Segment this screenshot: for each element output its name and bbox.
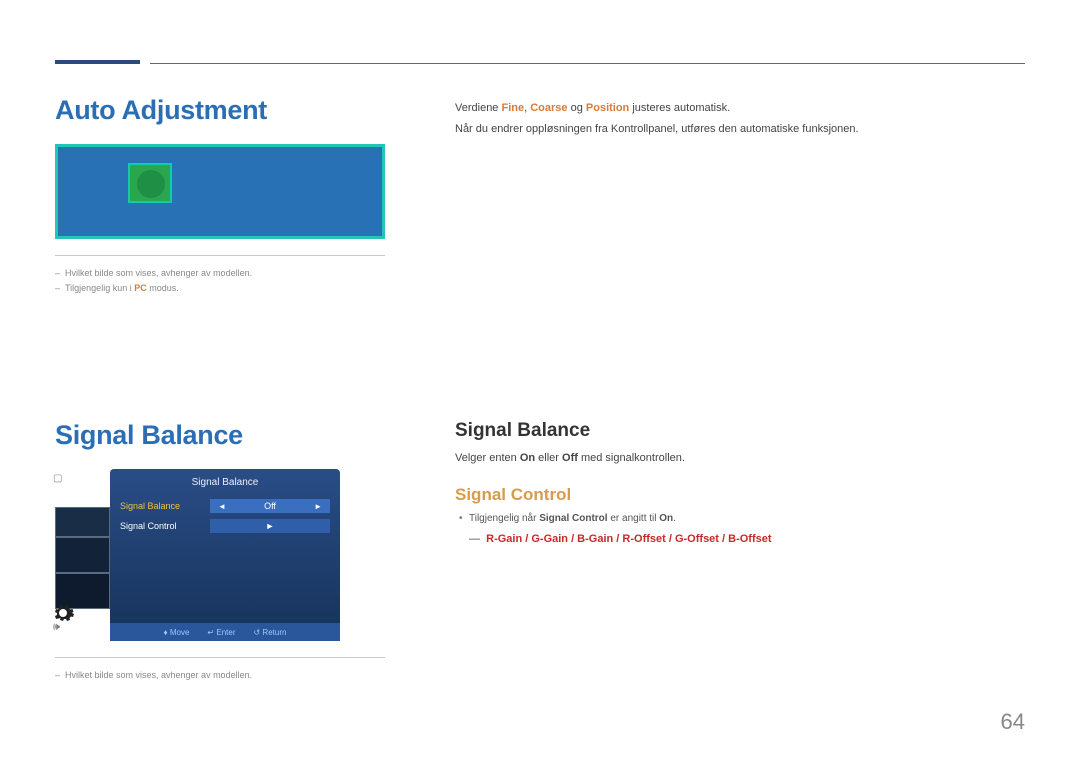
illustration-box [128,163,172,203]
body-line-1-position: Position [586,102,629,114]
section-signal-balance-left: Signal Balance ▢ 🕪 Signal Balance Signal… [55,420,395,683]
sidebar-stack [55,507,110,617]
osd-row-signal-balance: Signal Balance ◄ Off ► [110,496,340,516]
sb-body-pre: Velger enten [455,452,520,464]
osd-footer: ♦ Move ↵ Enter ↺ Return [110,623,340,641]
bullet-1: Tilgjengelig når Signal Control er angit… [455,511,1025,527]
heading-auto-adjustment: Auto Adjustment [55,95,395,126]
page-number: 64 [1001,709,1025,735]
stack-block-1 [55,507,110,537]
sep2: og [568,102,586,114]
body-line-2: Når du endrer oppløsningen fra Kontrollp… [455,121,1025,138]
left-nav-icons: ▢ [53,473,62,484]
section-auto-adjustment-left: Auto Adjustment Hvilket bilde som vises,… [55,95,395,297]
footnote-1-text: Hvilket bilde som vises, avhenger av mod… [65,268,252,278]
arrow-right-icon: ► [314,502,322,511]
header-accent-bar [55,60,140,64]
osd-row-label: Signal Balance [120,501,210,511]
section-auto-adjustment-right: Verdiene Fine, Coarse og Position juster… [455,100,1025,141]
sb-body-off: Off [562,452,578,464]
footnote-2-post: modus. [147,283,179,293]
signal-balance-osd-illustration: ▢ 🕪 Signal Balance Signal Balance ◄ Off … [55,469,345,641]
osd-footer-move-label: Move [170,628,190,637]
footnote-2-pre: Tilgjengelig kun i [65,283,134,293]
osd-panel: Signal Balance Signal Balance ◄ Off ► Si… [110,469,340,641]
osd-submenu[interactable]: ► [210,519,330,533]
divider [55,255,385,256]
signal-balance-body: Velger enten On eller Off med signalkont… [455,450,1025,467]
arrow-left-icon: ◄ [218,502,226,511]
osd-footer-move: ♦ Move [164,628,190,637]
body-line-1: Verdiene Fine, Coarse og Position juster… [455,100,1025,117]
heading-signal-balance: Signal Balance [55,420,395,451]
arrow-right-icon: ► [266,521,275,531]
osd-title: Signal Balance [110,473,340,496]
body-line-1-fine: Fine [501,102,524,114]
footnote-2-accent: PC [134,283,147,293]
sound-icon: 🕪 [53,621,60,634]
section-signal-balance-right: Signal Balance Velger enten On eller Off… [455,420,1025,551]
body-line-1-pre: Verdiene [455,102,501,114]
osd-footer-enter-label: Enter [216,628,235,637]
osd-dropdown[interactable]: ◄ Off ► [210,499,330,513]
footnote-sb-1-text: Hvilket bilde som vises, avhenger av mod… [65,670,252,680]
body-line-1-post: justeres automatisk. [629,102,730,114]
divider-2 [55,657,385,658]
osd-value: Off [264,501,276,511]
osd-row-signal-control: Signal Control ► [110,516,340,536]
display-icon: ▢ [53,473,62,484]
bullet-1-mid: er angitt til [608,513,660,524]
bullet-1-pre: Tilgjengelig når [469,513,539,524]
body-line-1-coarse: Coarse [530,102,567,114]
stack-block-2 [55,537,110,573]
header-rule [150,63,1025,64]
subheading-signal-control: Signal Control [455,485,1025,505]
osd-row-label-2: Signal Control [120,521,210,531]
bullet-1-on: On [659,513,673,524]
auto-adjustment-illustration [55,144,385,239]
sb-body-mid: eller [535,452,562,464]
dash-marker: ― [469,533,480,545]
subheading-signal-balance: Signal Balance [455,420,1025,442]
gain-offset-line: ― R-Gain / G-Gain / B-Gain / R-Offset / … [455,531,1025,548]
osd-footer-enter: ↵ Enter [207,628,235,637]
footnote-sb-1: Hvilket bilde som vises, avhenger av mod… [55,668,395,683]
sb-body-post: med signalkontrollen. [578,452,685,464]
bullet-1-bold: Signal Control [539,513,607,524]
footnote-1: Hvilket bilde som vises, avhenger av mod… [55,266,395,281]
osd-footer-return-label: Return [262,628,286,637]
osd-footer-return: ↺ Return [253,628,286,637]
gain-offset-values: R-Gain / G-Gain / B-Gain / R-Offset / G-… [486,533,771,545]
bullet-1-post: . [673,513,676,524]
sb-body-on: On [520,452,535,464]
footnote-2: Tilgjengelig kun i PC modus. [55,281,395,296]
illustration-circle [137,170,165,198]
